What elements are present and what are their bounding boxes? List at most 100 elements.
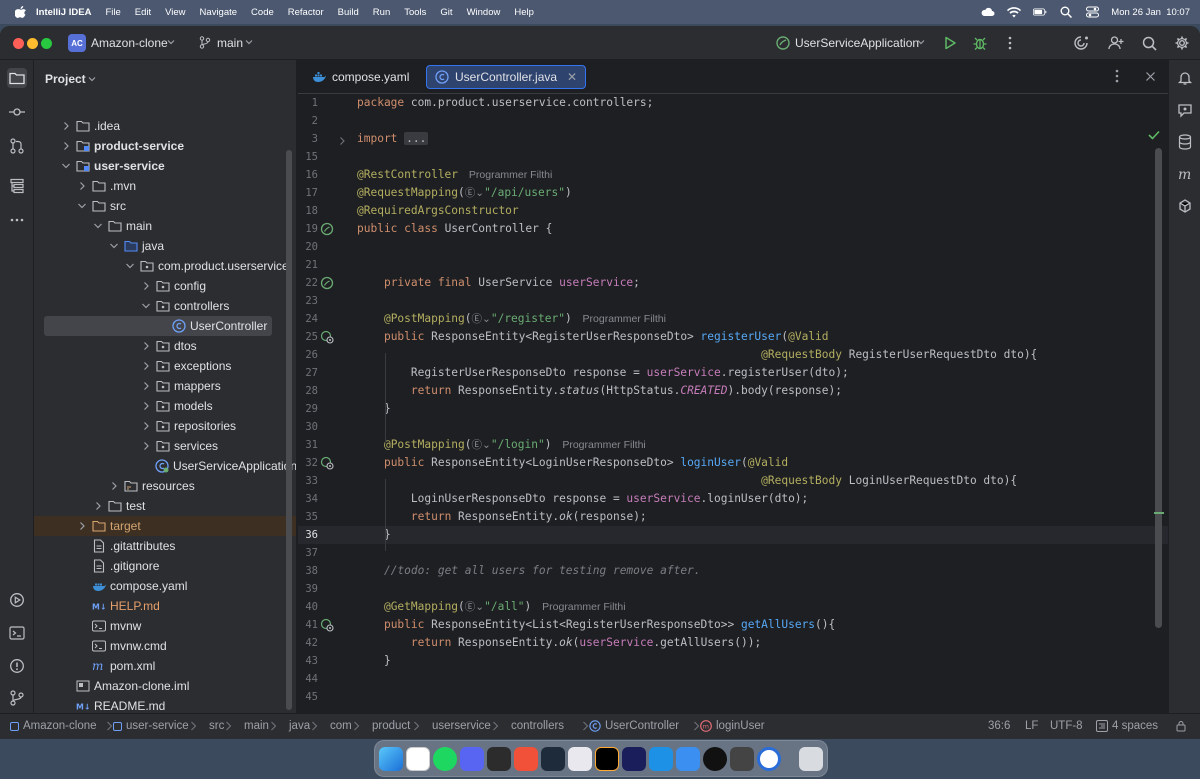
ai-chat-icon[interactable] [1175,100,1195,120]
tree-item-mvnw-cmd[interactable]: mvnw.cmd [34,636,296,656]
debug-icon[interactable] [971,34,989,52]
add-user-icon[interactable] [1107,34,1125,52]
chevron-right-icon[interactable] [76,180,88,192]
chevron-down-icon[interactable] [140,300,152,312]
chevron-down-icon[interactable] [166,35,176,54]
caret-position[interactable]: 36:6 [988,720,1010,732]
breadcrumb-item[interactable]: userservice [432,720,491,732]
tree-item-usercontroller[interactable]: UserController [44,316,272,336]
chevron-right-icon[interactable] [140,400,152,412]
chevron-right-icon[interactable] [140,340,152,352]
menu-navigate[interactable]: Navigate [200,7,238,18]
menu-run[interactable]: Run [373,7,390,18]
chevron-down-icon[interactable] [87,72,97,91]
tab-compose-yaml[interactable]: compose.yaml [304,65,417,89]
menu-code[interactable]: Code [251,7,274,18]
notifications-bell-icon[interactable] [1175,68,1195,88]
breadcrumb-item[interactable]: src [209,720,224,732]
xcode-app-icon[interactable] [676,747,700,771]
ai-assistant-icon[interactable] [1072,34,1090,52]
tree-item-mvn[interactable]: .mvn [34,176,296,196]
project-scrollbar[interactable] [286,150,292,710]
breadcrumb-item[interactable]: main [244,720,269,732]
chevron-down-icon[interactable] [92,220,104,232]
tree-item-config[interactable]: config [34,276,296,296]
code-line[interactable]: 31 @PostMapping(Ⓔ⌄"/login") Programmer F… [298,436,1168,454]
code-line[interactable]: 25 public ResponseEntity<RegisterUserRes… [298,328,1168,346]
inlay-hint[interactable]: Programmer Filthi [572,313,666,325]
chevron-right-icon[interactable] [108,480,120,492]
tree-item-amazon-clone-iml[interactable]: Amazon-clone.iml [34,676,296,696]
project-tool-icon[interactable] [7,68,27,88]
web-endpoint-gutter-icon[interactable] [320,330,334,344]
tree-item-exceptions[interactable]: exceptions [34,356,296,376]
apple-logo-icon[interactable] [14,6,26,18]
tree-item-userserviceapplication[interactable]: UserServiceApplication [34,456,296,476]
menu-tools[interactable]: Tools [404,7,426,18]
project-switcher[interactable]: Amazon-clone [91,36,168,50]
code-line[interactable]: 2 [298,112,1168,130]
tree-item-mappers[interactable]: mappers [34,376,296,396]
inlay-hint[interactable]: Ⓔ⌄ [472,313,491,325]
menu-edit[interactable]: Edit [135,7,151,18]
code-line[interactable]: 23 [298,292,1168,310]
control-center-icon[interactable] [1085,5,1099,19]
web-endpoint-gutter-icon[interactable] [320,618,334,632]
code-line[interactable]: 40 @GetMapping(Ⓔ⌄"/all") Programmer Filt… [298,598,1168,616]
app-icon[interactable] [622,747,646,771]
spring-bean-gutter-icon[interactable] [320,222,334,236]
run-configuration-selector[interactable]: UserServiceApplication [795,36,919,50]
tree-item-test[interactable]: test [34,496,296,516]
chevron-right-icon[interactable] [76,520,88,532]
davinci-app-icon[interactable] [487,747,511,771]
inlay-hint[interactable]: Programmer Filthi [551,439,645,451]
tree-item-controllers[interactable]: controllers [34,296,296,316]
tree-item-java[interactable]: java [34,236,296,256]
web-endpoint-gutter-icon[interactable] [320,456,334,470]
indent-settings[interactable]: 4 spaces [1096,720,1158,732]
menu-refactor[interactable]: Refactor [288,7,324,18]
tree-item-user-service[interactable]: user-service [34,156,296,176]
swift-app-icon[interactable] [514,747,538,771]
tree-item-models[interactable]: models [34,396,296,416]
tree-item-src[interactable]: src [34,196,296,216]
wifi-icon[interactable] [1007,5,1022,19]
project-panel-title[interactable]: Project [45,72,86,86]
code-line[interactable]: 30 [298,418,1168,436]
breadcrumb-item[interactable]: user-service [113,720,189,732]
menu-git[interactable]: Git [440,7,452,18]
code-line[interactable]: 22 private final UserService userService… [298,274,1168,292]
chevron-down-icon[interactable] [108,240,120,252]
code-line[interactable]: 17 @RequestMapping(Ⓔ⌄"/api/users") [298,184,1168,202]
tree-item-services[interactable]: services [34,436,296,456]
chevron-right-icon[interactable] [92,500,104,512]
tree-item-compose-yaml[interactable]: compose.yaml [34,576,296,596]
editor-scrollbar[interactable] [1155,148,1162,628]
code-line[interactable]: 36 } [298,526,1168,544]
services-tool-icon[interactable] [7,590,27,610]
inlay-hint[interactable]: Ⓔ⌄ [465,601,484,613]
code-line[interactable]: 3 import ... [298,130,1168,148]
trash-app-icon[interactable] [799,747,823,771]
pull-requests-icon[interactable] [7,136,27,156]
tree-item-resources[interactable]: resources [34,476,296,496]
app-icon[interactable] [703,747,727,771]
menu-app-name[interactable]: IntelliJ IDEA [36,7,91,18]
menu-view[interactable]: View [165,7,185,18]
code-line[interactable]: 1 package com.product.userservice.control… [298,94,1168,112]
app-icon[interactable] [541,747,565,771]
code-line[interactable]: 43 } [298,652,1168,670]
browser-app-icon[interactable] [757,747,781,771]
app-icon[interactable] [568,747,592,771]
tree-item-mvnw[interactable]: mvnw [34,616,296,636]
spring-bean-gutter-icon[interactable] [320,276,334,290]
code-line[interactable]: 26 @RequestBody RegisterUserRequestDto d… [298,346,1168,364]
code-line[interactable]: 34 LoginUserResponseDto response = userS… [298,490,1168,508]
menu-file[interactable]: File [105,7,120,18]
battery-icon[interactable] [1033,5,1047,19]
search-icon[interactable] [1140,34,1158,52]
menubar-clock[interactable]: Mon 26 Jan 10:07 [1111,7,1190,18]
discord-app-icon[interactable] [460,747,484,771]
code-line[interactable]: 29 } [298,400,1168,418]
launchpad-app-icon[interactable] [406,747,430,771]
